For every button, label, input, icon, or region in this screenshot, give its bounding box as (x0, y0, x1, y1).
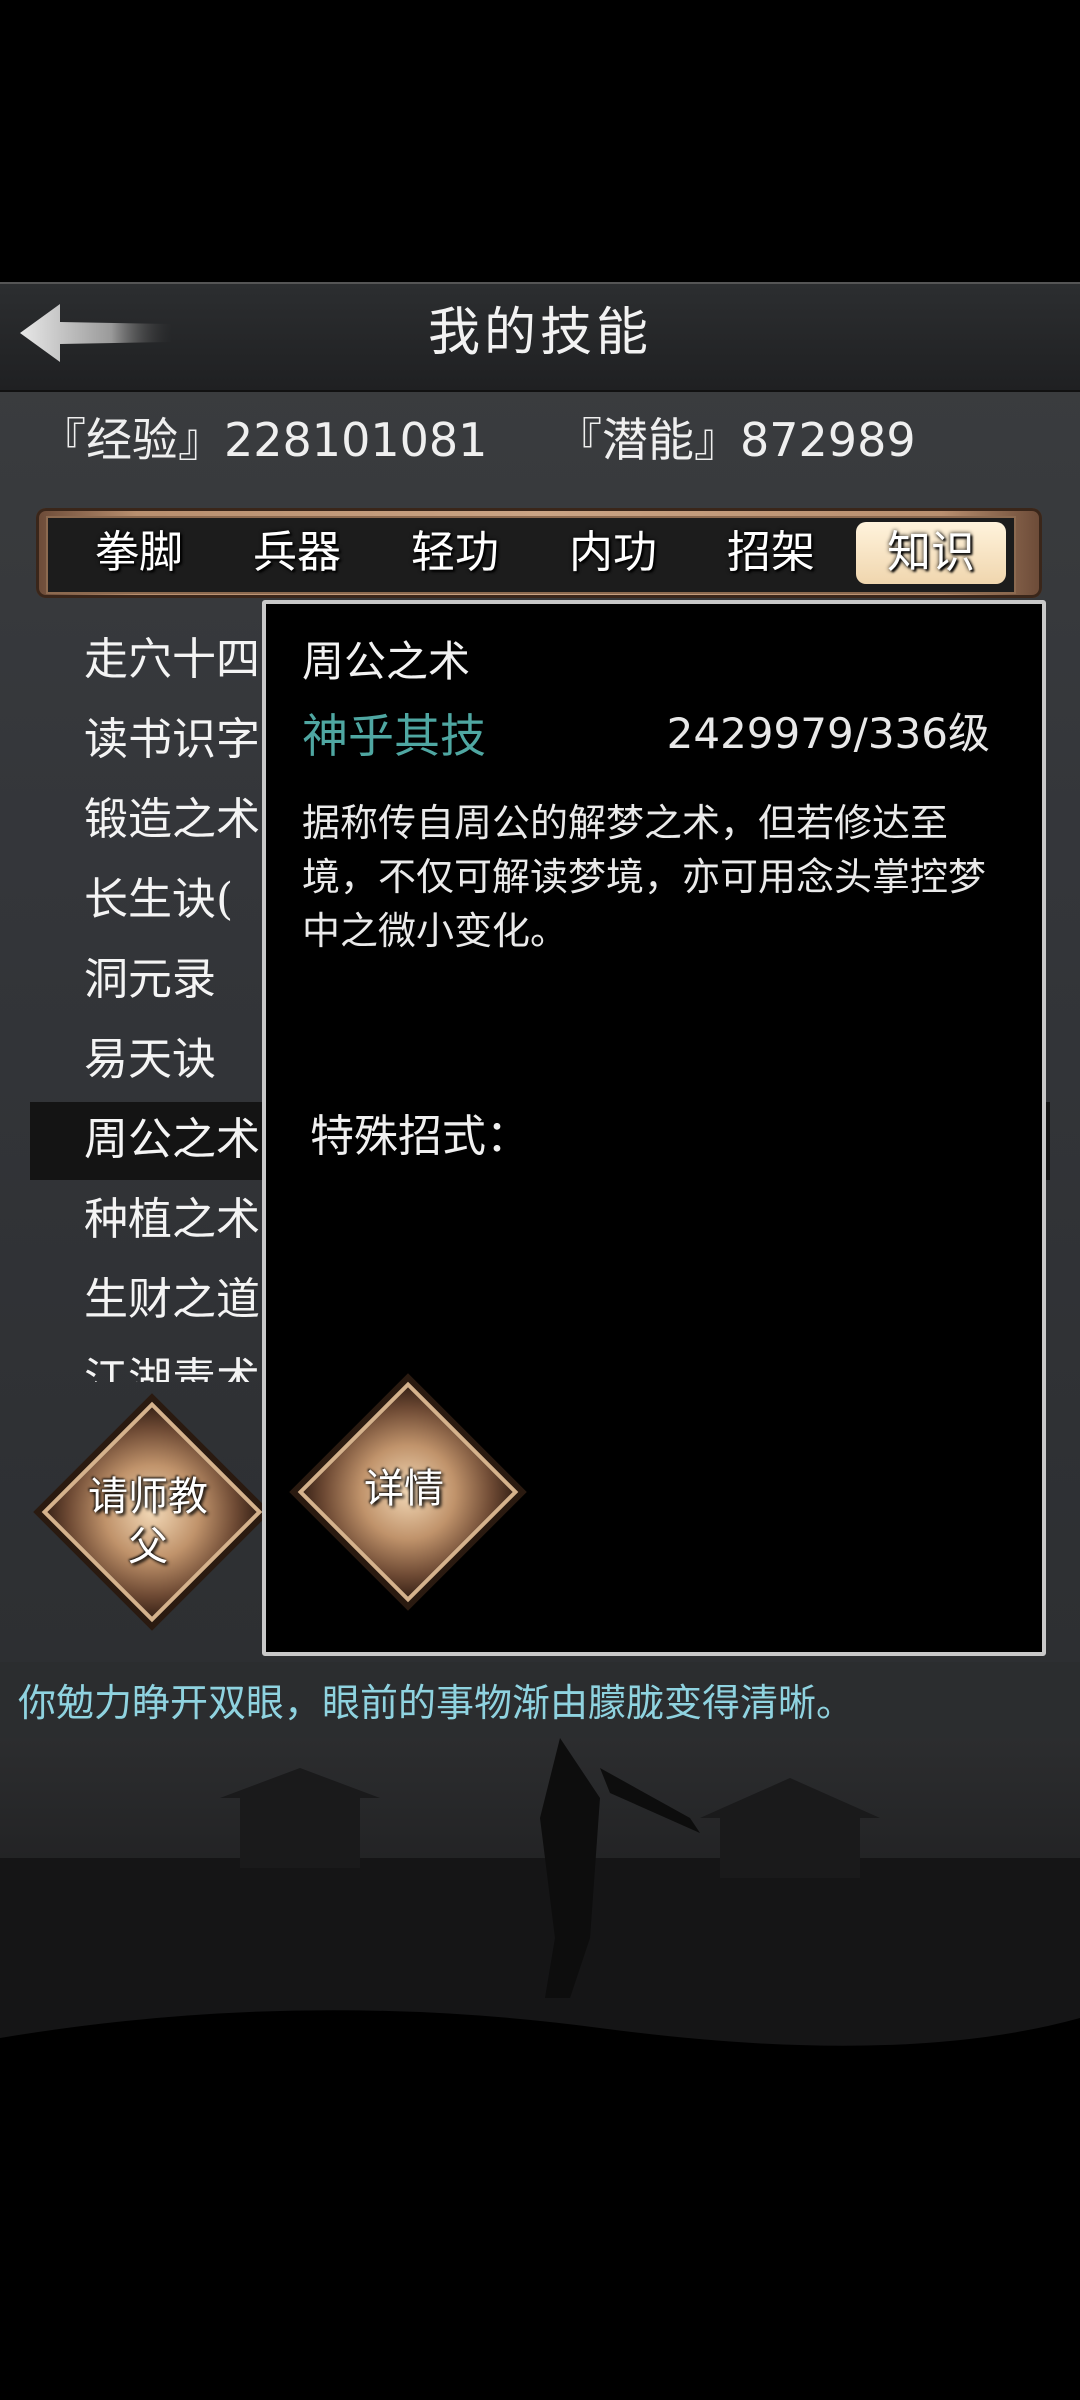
skill-name: 周公之术 (302, 637, 471, 686)
skill-list: 走穴十四 读书识字 锻造之术 长生诀( 洞元录 易天诀 周公之术 种植之术 生财… (0, 612, 270, 1382)
tab-quanjiao[interactable]: 拳脚 (64, 522, 214, 584)
silhouette-illustration (0, 1738, 1080, 2138)
potential-stat: 『潜能』872989 (556, 413, 916, 467)
teacher-button-label: 请师教父 (88, 1474, 208, 1570)
skill-rank: 神乎其技 (302, 709, 486, 763)
background-scene (0, 1738, 1080, 2138)
tab-zhaojia[interactable]: 招架 (696, 522, 846, 584)
detail-button-label: 详情 (364, 1466, 444, 1512)
status-area (0, 0, 1080, 282)
tab-qinggong[interactable]: 轻功 (380, 522, 530, 584)
message-text: 你勉力睁开双眼，眼前的事物渐由朦胧变得清晰。 (18, 1681, 855, 1725)
experience-stat: 『经验』228101081 (40, 413, 488, 467)
list-item[interactable]: 种植之术 (84, 1180, 260, 1260)
skill-level: 2429979/336级 (666, 709, 990, 758)
list-item[interactable]: 江湖毒术 (84, 1340, 260, 1382)
list-item[interactable]: 锻造之术 (84, 780, 260, 860)
skill-description: 据称传自周公的解梦之术，但若修达至境，不仅可解读梦境，亦可用念头掌控梦中之微小变… (302, 801, 987, 953)
list-item[interactable]: 长生诀( (84, 860, 233, 940)
tab-bingqi[interactable]: 兵器 (222, 522, 372, 584)
list-item[interactable]: 生财之道 (84, 1260, 260, 1340)
page-title: 我的技能 (427, 303, 652, 363)
special-moves-label: 特殊招式： (310, 1111, 530, 1162)
tab-zhishi[interactable]: 知识 (856, 522, 1006, 584)
list-item[interactable]: 易天诀 (84, 1020, 216, 1100)
list-item[interactable]: 读书识字 (84, 700, 260, 780)
list-item[interactable]: 走穴十四 (84, 620, 260, 700)
list-item-selected[interactable]: 周公之术 (84, 1100, 260, 1180)
tab-neigong[interactable]: 内功 (538, 522, 688, 584)
list-item[interactable]: 洞元录 (84, 940, 216, 1020)
